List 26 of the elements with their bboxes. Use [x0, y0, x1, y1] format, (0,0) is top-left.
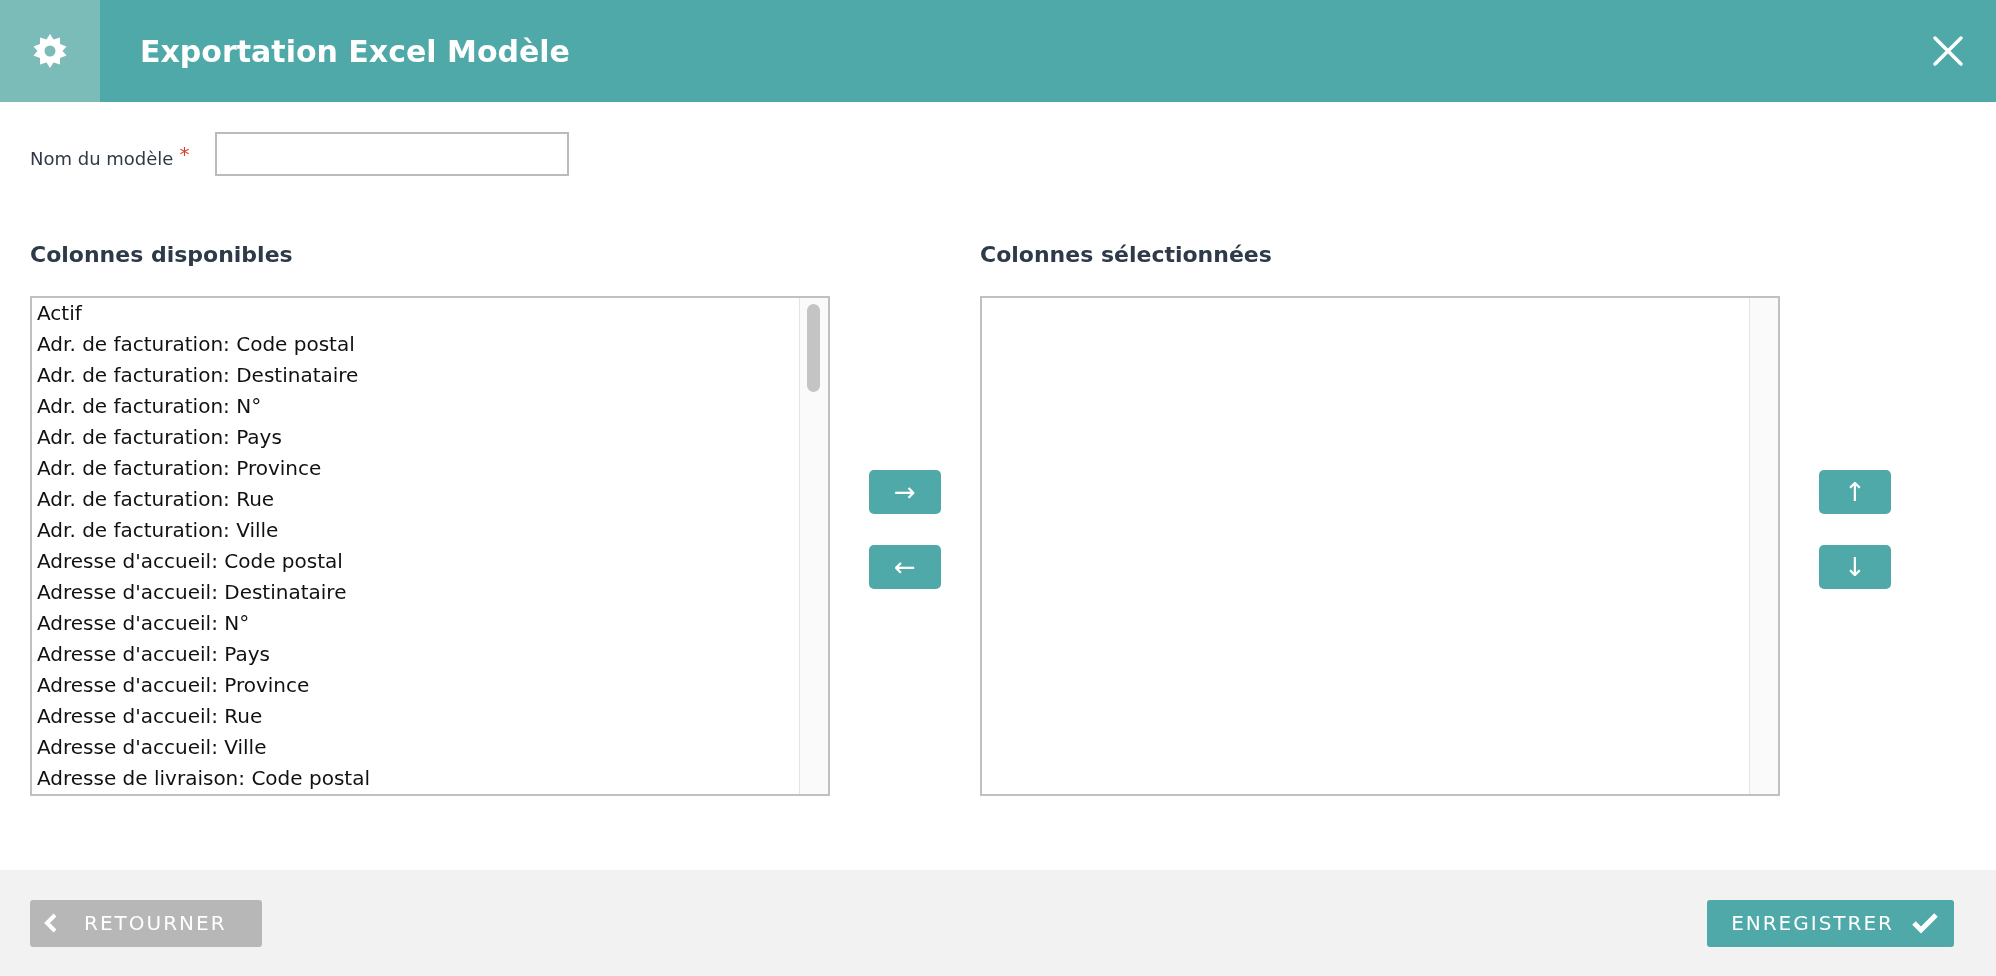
chevron-left-icon	[44, 913, 58, 933]
scrollbar-thumb[interactable]	[807, 304, 820, 392]
dialog-title: Exportation Excel Modèle	[140, 33, 571, 69]
list-item[interactable]: Adr. de facturation: Rue	[37, 484, 794, 515]
field-label: Nom du modèle	[30, 148, 174, 169]
list-item[interactable]: Adr. de facturation: Code postal	[37, 329, 794, 360]
list-item[interactable]: Adr. de facturation: Ville	[37, 515, 794, 546]
list-item[interactable]: Actif	[37, 298, 794, 329]
list-heading: Colonnes disponibles	[30, 242, 294, 269]
list-item[interactable]: Adresse d'accueil: Rue	[37, 701, 794, 732]
checkmark-icon	[1912, 912, 1938, 934]
close-icon[interactable]	[1932, 35, 1964, 67]
list-item[interactable]: Adresse d'accueil: Pays	[37, 639, 794, 670]
list-item[interactable]: Adresse d'accueil: Destinataire	[37, 577, 794, 608]
list-item[interactable]: Adr. de facturation: N°	[37, 391, 794, 422]
list-item[interactable]: Adresse d'accueil: N°	[37, 608, 794, 639]
list-heading: Colonnes sélectionnées	[980, 242, 1273, 269]
list-item[interactable]: Adresse d'accueil: Code postal	[37, 546, 794, 577]
list-item[interactable]: Adr. de facturation: Province	[37, 453, 794, 484]
name-input-field[interactable]	[215, 132, 570, 176]
list-item[interactable]: Adresse de livraison: Code postal	[37, 763, 794, 794]
required-mark: *	[179, 142, 190, 166]
list-item[interactable]: Adr. de facturation: Destinataire	[37, 360, 794, 391]
list-item[interactable]: Adresse d'accueil: Ville	[37, 732, 794, 763]
list-item[interactable]: Adr. de facturation: Pays	[37, 422, 794, 453]
list-item[interactable]: Adresse d'accueil: Province	[37, 670, 794, 701]
